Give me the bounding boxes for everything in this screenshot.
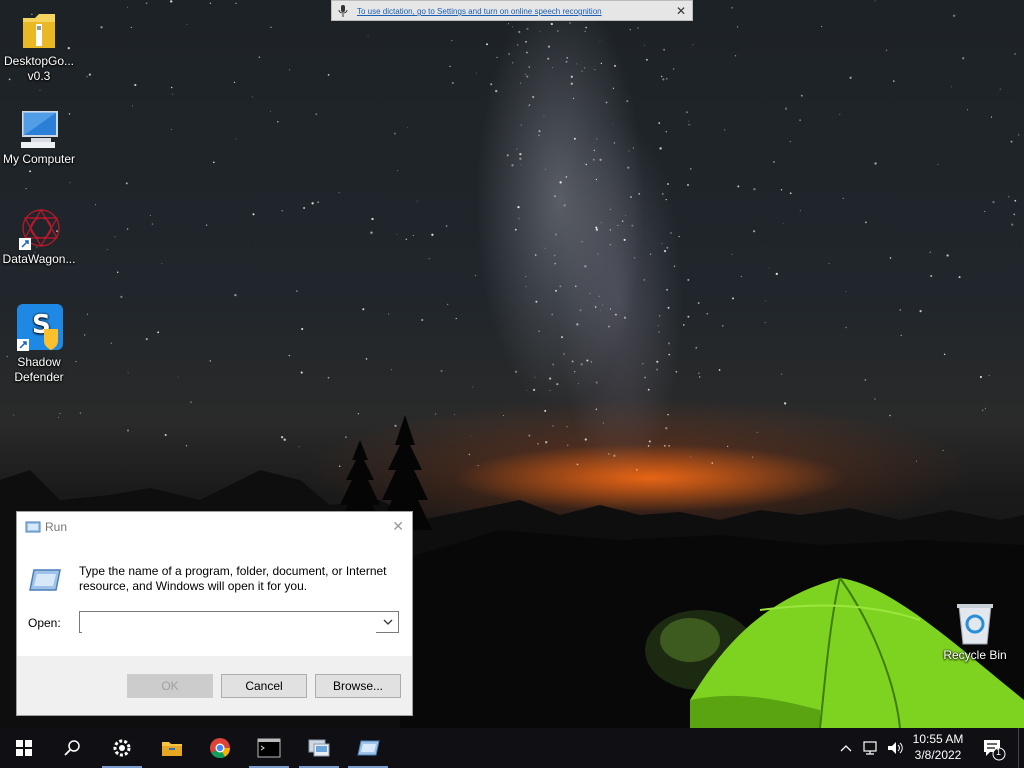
settings-icon <box>113 739 131 757</box>
search-icon <box>64 740 80 756</box>
show-desktop-button[interactable] <box>1018 728 1024 768</box>
chevron-down-icon[interactable] <box>382 615 394 629</box>
run-dialog: Run ✕ Type the name of a program, folder… <box>16 511 413 716</box>
desktop-icon-recycle-bin[interactable]: Recycle Bin <box>936 602 1014 663</box>
run-titlebar[interactable]: Run ✕ <box>17 512 412 542</box>
run-description: Type the name of a program, folder, docu… <box>79 564 387 593</box>
open-label: Open: <box>28 616 61 630</box>
folder-zip-icon <box>23 14 55 48</box>
volume-icon[interactable] <box>886 739 904 779</box>
taskbar-settings[interactable] <box>98 728 146 768</box>
desktop-icon-label: DataWagon... <box>2 252 76 266</box>
network-icon[interactable] <box>862 739 880 779</box>
chevron-up-icon[interactable] <box>838 740 854 780</box>
open-input[interactable] <box>82 613 376 633</box>
cancel-button[interactable]: Cancel <box>221 674 307 698</box>
desktop-background: DesktopGo... v0.3 My Computer DataWagon.… <box>0 0 1024 728</box>
desktop-icon-my-computer[interactable]: My Computer <box>0 108 78 167</box>
recycle-bin-icon <box>957 604 993 645</box>
clock-date: 3/8/2022 <box>914 748 962 762</box>
run-dialog-title: Run <box>45 520 68 534</box>
microphone-icon <box>338 5 348 17</box>
network-app-icon <box>308 739 330 757</box>
terminal-icon <box>257 738 281 758</box>
taskbar: 10:55 AM 3/8/2022 1 <box>0 728 1024 768</box>
run-icon <box>25 521 41 533</box>
notification-count: 1 <box>996 747 1002 757</box>
desktop-icon-label: Recycle Bin <box>943 648 1007 662</box>
browse-button[interactable]: Browse... <box>315 674 401 698</box>
desktop-icon-desktopgo[interactable]: DesktopGo... v0.3 <box>0 8 78 84</box>
ok-button[interactable]: OK <box>127 674 213 698</box>
run-app-icon <box>357 740 380 756</box>
start-button[interactable] <box>0 728 48 768</box>
close-icon[interactable]: ✕ <box>676 4 686 18</box>
desktop-icon-shadow-defender[interactable]: S Shadow Defender <box>0 303 78 385</box>
clock-time: 10:55 AM <box>912 732 964 746</box>
taskbar-network-app[interactable] <box>295 728 343 768</box>
dictation-banner: To use dictation, go to Settings and tur… <box>331 0 693 21</box>
datawagon-icon <box>19 208 60 250</box>
chrome-icon <box>210 738 231 759</box>
taskbar-file-explorer[interactable] <box>148 728 196 768</box>
desktop-icon-label: DesktopGo... v0.3 <box>3 54 75 83</box>
taskbar-chrome[interactable] <box>196 728 244 768</box>
notifications-icon <box>984 740 1006 761</box>
taskbar-run[interactable] <box>344 728 392 768</box>
dictation-settings-link[interactable]: To use dictation, go to Settings and tur… <box>357 7 602 16</box>
notifications-button[interactable]: 1 <box>982 737 1006 761</box>
system-clock[interactable]: 10:55 AM 3/8/2022 <box>904 731 972 763</box>
open-combobox[interactable] <box>79 611 399 633</box>
taskbar-terminal[interactable] <box>245 728 293 768</box>
desktop-icon-datawagon[interactable]: DataWagon... <box>0 206 78 267</box>
run-program-icon <box>29 569 61 591</box>
computer-icon <box>21 111 58 148</box>
search-button[interactable] <box>48 728 96 768</box>
close-button[interactable]: ✕ <box>392 518 404 535</box>
shadow-defender-icon: S <box>17 304 63 351</box>
desktop-icon-label: My Computer <box>2 152 76 166</box>
desktop-icon-label: Shadow Defender <box>14 355 64 384</box>
start-icon <box>16 740 32 756</box>
file-explorer-icon <box>162 742 182 756</box>
